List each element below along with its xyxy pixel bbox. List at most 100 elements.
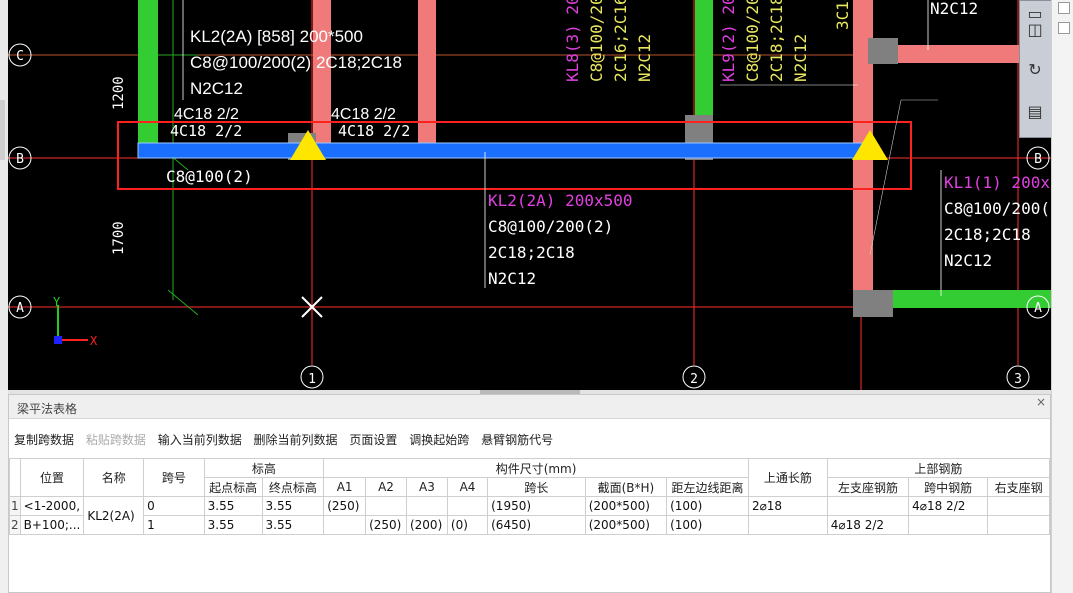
left-collapse-tab[interactable] — [0, 100, 5, 160]
column-c3[interactable] — [868, 38, 898, 64]
ucs-y-label: Y — [53, 295, 61, 309]
cell-a2[interactable]: (250) — [365, 515, 407, 535]
panel-title: 梁平法表格 — [17, 402, 78, 416]
beam-pink-1[interactable] — [313, 0, 331, 145]
beam-waist-label: N2C12 — [190, 79, 243, 98]
axis-label-a-right: A — [1034, 301, 1042, 316]
cell-left-support[interactable] — [826, 496, 910, 516]
kl9-title: KL9(2) 200 — [719, 0, 738, 82]
dim-text-1700: 1700 — [111, 221, 127, 255]
kl9-stirrup: C8@100/20 — [743, 0, 762, 82]
cell-start-elev[interactable]: 3.55 — [203, 496, 263, 516]
support-rebar-left-label: 4C18 2/2 — [174, 106, 239, 123]
paste-span-button[interactable]: 粘贴跨数据 — [86, 433, 146, 447]
beam-table-grid: 位置 名称 跨号 标高 构件尺寸(mm) 上通长筋 上部钢筋 起点标高 终点标高… — [9, 458, 1050, 592]
cell-position[interactable]: B+100;... — [19, 515, 85, 535]
axis-label-1: 1 — [308, 372, 316, 387]
cell-right-support[interactable] — [987, 496, 1050, 516]
cad-drawing-canvas[interactable]: C B A B A 1 2 3 1200 1700 KL2(2A) [858] … — [8, 0, 1051, 390]
partial-rebar-label: 3C18 — [833, 0, 852, 30]
beam-green-bottom-right[interactable] — [888, 290, 1051, 308]
cell-a3[interactable] — [405, 496, 448, 516]
cell-left-support[interactable]: 4⌀18 2/2 — [826, 515, 910, 535]
cell-a3[interactable]: (200) — [405, 515, 448, 535]
cell-section[interactable]: (200*500) — [584, 515, 668, 535]
table-row[interactable]: 1 <1-2000, KL2(2A) 0 3.55 3.55 (250) (19… — [9, 496, 1050, 535]
copy-span-button[interactable]: 复制跨数据 — [14, 433, 74, 447]
kl8-rebar: 2C16;2C16 — [611, 0, 630, 82]
cell-a4[interactable]: (0) — [446, 515, 489, 535]
side-panel-toggle-icon[interactable] — [1058, 2, 1070, 14]
page-setup-button[interactable]: 页面设置 — [349, 433, 397, 447]
cell-span[interactable]: 1 — [143, 515, 205, 535]
cell-a2[interactable] — [365, 496, 407, 516]
kl8-waist: N2C12 — [635, 34, 654, 82]
axis-label-a: A — [16, 301, 24, 316]
header-span: 跨号 — [143, 458, 205, 497]
cad-drawing: C B A B A 1 2 3 1200 1700 KL2(2A) [858] … — [8, 0, 1051, 390]
header-end-elev: 终点标高 — [261, 477, 325, 497]
support-rebar-right-label: 4C18 2/2 — [331, 106, 396, 123]
ucs-x-label: X — [90, 334, 98, 348]
cell-span[interactable]: 0 — [143, 496, 205, 516]
dim-text-1200: 1200 — [111, 76, 127, 110]
rotate-icon[interactable]: ↻ — [1024, 59, 1046, 81]
swap-start-span-button[interactable]: 调换起始跨 — [409, 433, 469, 447]
table-row[interactable]: 2 B+100;... 1 3.55 3.55 (250) (200) (0) … — [9, 515, 1050, 535]
cell-position[interactable]: <1-2000, — [19, 496, 85, 516]
delete-column-button[interactable]: 删除当前列数据 — [254, 433, 338, 447]
header-elevation: 标高 — [203, 458, 325, 478]
row-number: 2 — [9, 515, 21, 535]
cantilever-code-button[interactable]: 悬臂钢筋代号 — [481, 433, 553, 447]
header-start-elev: 起点标高 — [203, 477, 263, 497]
kl8-stirrup: C8@100/20 — [587, 0, 606, 82]
cell-end-elev[interactable]: 3.55 — [261, 496, 325, 516]
beam-stirrup-label: C8@100/200(2) 2C18;2C18 — [190, 53, 402, 72]
kl1-stirrup: C8@100/200(2 — [944, 199, 1051, 218]
column-a3[interactable] — [853, 290, 893, 317]
header-right-support: 右支座钢 — [987, 477, 1050, 497]
input-column-button[interactable]: 输入当前列数据 — [158, 433, 242, 447]
beam-green-2[interactable] — [695, 0, 713, 120]
kl1-title: KL1(1) 200x500 — [944, 173, 1051, 192]
cell-midspan[interactable]: 4⌀18 2/2 — [908, 496, 989, 516]
beam-kl2-selected[interactable] — [137, 142, 869, 159]
kl9-rebar: 2C18;2C18 — [767, 0, 786, 82]
beam-mid-stirrup: C8@100/200(2) — [488, 217, 613, 236]
beam-title-label: KL2(2A) [858] 200*500 — [190, 27, 363, 46]
side-panel-toggle-icon-2[interactable] — [1058, 22, 1070, 34]
dim-tick-a — [167, 289, 199, 316]
cell-right-support[interactable] — [987, 515, 1050, 535]
cell-offset[interactable]: (100) — [666, 515, 749, 535]
close-icon[interactable]: × — [1036, 395, 1046, 409]
cell-a1[interactable]: (250) — [323, 496, 367, 516]
cell-section[interactable]: (200*500) — [584, 496, 668, 516]
view-cube-icon[interactable]: ◫ — [1024, 19, 1046, 41]
cell-a4[interactable] — [446, 496, 489, 516]
cell-name[interactable]: KL2(2A) — [83, 496, 145, 535]
beam-mid-title: KL2(2A) 200x500 — [488, 191, 633, 210]
beam-green-left[interactable] — [138, 0, 158, 145]
cell-a1[interactable] — [323, 515, 367, 535]
ucs-origin — [54, 336, 62, 344]
cell-top-through[interactable]: 2⌀18 — [747, 496, 828, 516]
beam-mid-waist: N2C12 — [488, 269, 536, 288]
cell-offset[interactable]: (100) — [666, 496, 749, 516]
beam-pink-2[interactable] — [418, 0, 436, 145]
header-name: 名称 — [83, 458, 145, 497]
cell-midspan[interactable] — [908, 515, 989, 535]
cell-top-through[interactable] — [747, 515, 828, 535]
axis-label-c: C — [16, 49, 24, 64]
kl8-label-group: KL8(3) 200 C8@100/20 2C16;2C16 N2C12 — [563, 0, 654, 82]
header-offset: 距左边线距离 — [666, 477, 749, 497]
cell-span-length[interactable]: (6450) — [487, 515, 586, 535]
header-size: 构件尺寸(mm) — [323, 458, 749, 478]
cell-span-length[interactable]: (1950) — [487, 496, 586, 516]
header-a2: A2 — [365, 477, 407, 497]
header-section: 截面(B*H) — [584, 477, 668, 497]
panel-toolbar: 复制跨数据 粘贴跨数据 输入当前列数据 删除当前列数据 页面设置 调换起始跨 悬… — [9, 431, 556, 449]
partial-label-group: 3C18 — [833, 0, 852, 30]
display-settings-icon[interactable]: ▤ — [1024, 101, 1046, 123]
cell-start-elev[interactable]: 3.55 — [203, 515, 263, 535]
cell-end-elev[interactable]: 3.55 — [261, 515, 325, 535]
